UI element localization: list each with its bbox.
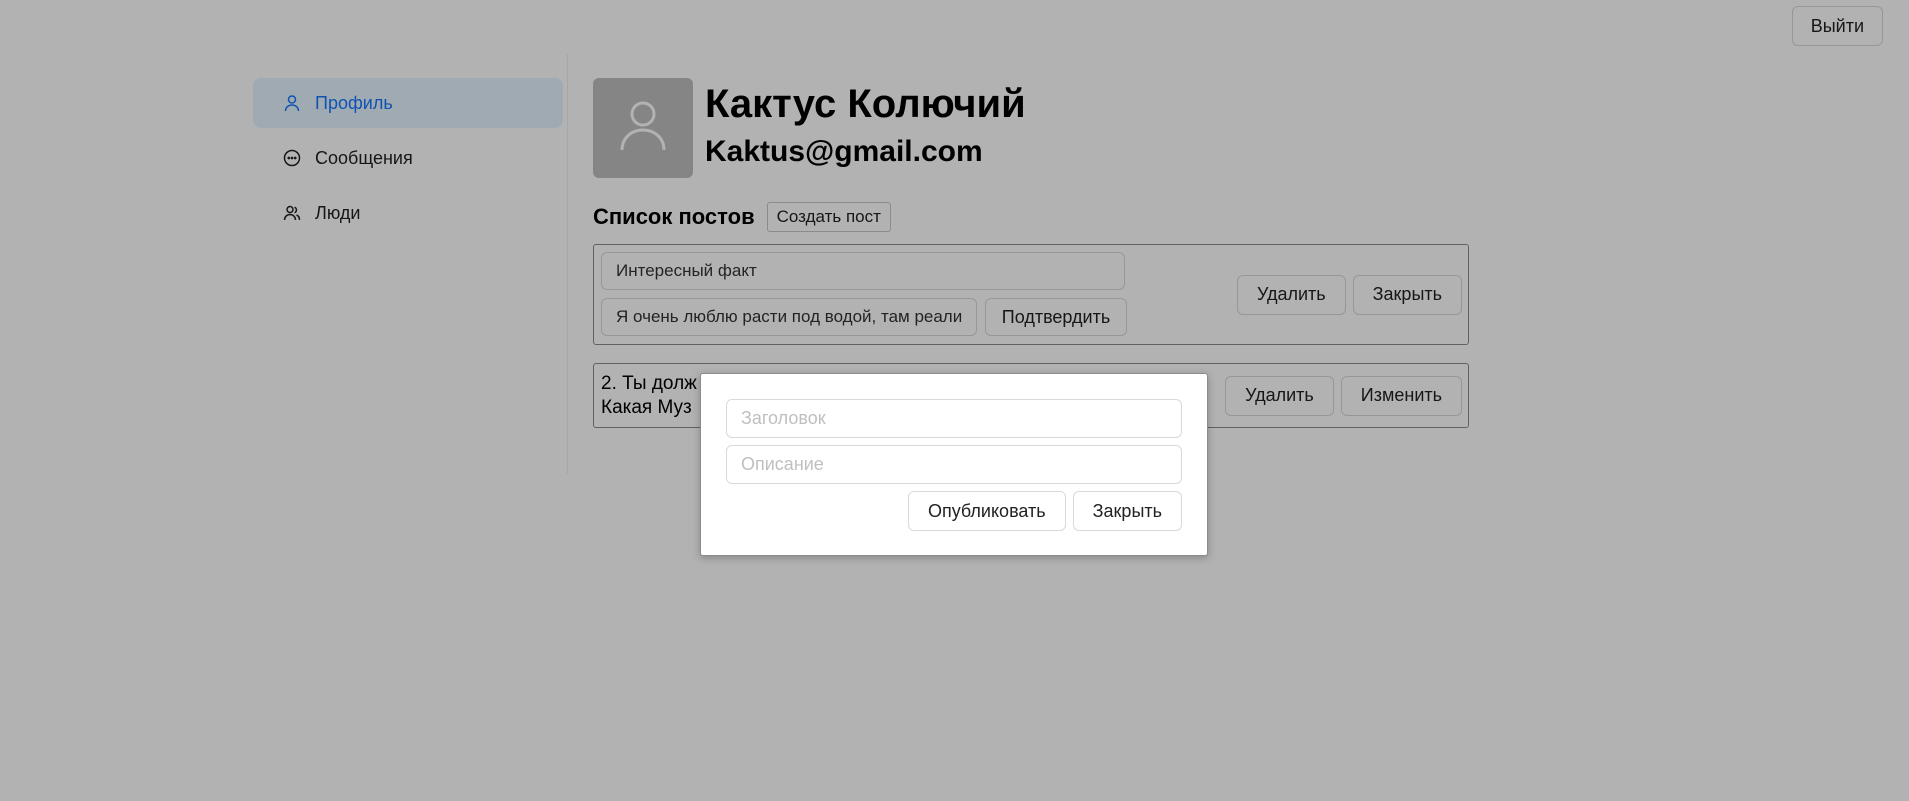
create-post-modal: Опубликовать Закрыть — [700, 373, 1208, 556]
publish-button[interactable]: Опубликовать — [907, 491, 1066, 531]
modal-actions: Опубликовать Закрыть — [726, 491, 1182, 531]
title-input[interactable] — [726, 399, 1182, 438]
description-input[interactable] — [726, 445, 1182, 484]
close-modal-button[interactable]: Закрыть — [1072, 491, 1182, 531]
